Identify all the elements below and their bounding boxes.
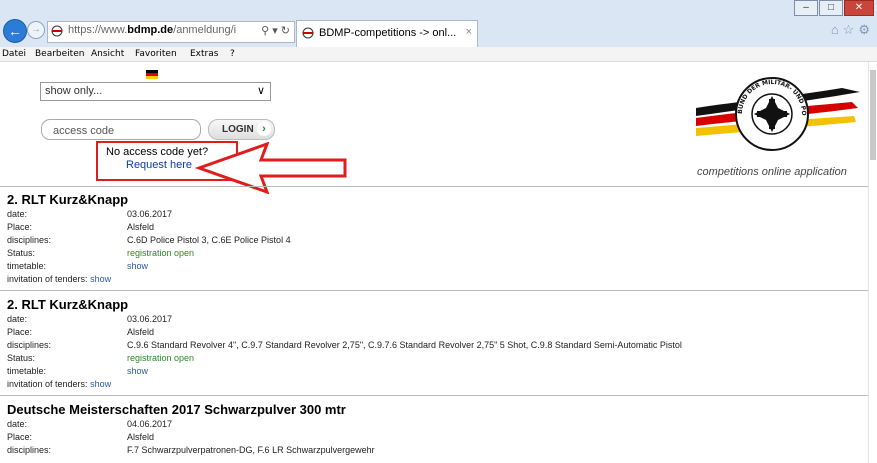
tab-title: BDMP-competitions -> onl... (319, 27, 457, 39)
disciplines-value: C.9.6 Standard Revolver 4", C.9.7 Standa… (127, 340, 682, 350)
login-label: LOGIN (222, 124, 254, 135)
maximize-button[interactable]: □ (819, 0, 843, 16)
menu-bar: Datei Bearbeiten Ansicht Favoriten Extra… (0, 47, 877, 62)
date-label: date: (7, 419, 28, 429)
place-label: Place: (7, 222, 33, 232)
german-flag-icon[interactable] (146, 70, 158, 79)
tagline: competitions online application (697, 166, 847, 178)
chevron-down-icon: ∨ (256, 85, 265, 97)
close-window-button[interactable]: ✕ (844, 0, 874, 16)
scrollbar-thumb[interactable] (870, 70, 876, 160)
filter-select[interactable]: show only... ∨ (40, 82, 271, 101)
status-value: registration open (127, 353, 195, 363)
url-text: https://www.bdmp.de/anmeldung/i (68, 24, 237, 36)
forward-button[interactable]: → (27, 21, 45, 39)
minimize-button[interactable]: – (794, 0, 818, 16)
timetable-link[interactable]: show (127, 261, 148, 271)
invitation-link[interactable]: show (90, 379, 111, 389)
place-value: Alsfeld (127, 432, 155, 442)
browser-titlebar: – □ ✕ ← → https://www.bdmp.de/anmeldung/… (0, 0, 877, 47)
date-label: date: (7, 314, 28, 324)
timetable-label: timetable: (7, 366, 47, 376)
date-value: 03.06.2017 (127, 314, 173, 324)
window-controls: – □ ✕ (793, 0, 874, 16)
place-value: Alsfeld (127, 327, 155, 337)
disciplines-value: C.6D Police Pistol 3, C.6E Police Pistol… (127, 235, 291, 245)
divider (0, 395, 869, 396)
status-label: Status: (7, 353, 36, 363)
place-value: Alsfeld (127, 222, 155, 232)
menu-favoriten[interactable]: Favoriten (135, 49, 177, 59)
competition-item: 2. RLT Kurz&Knapp date: 03.06.2017 Place:… (0, 188, 869, 292)
timetable-link[interactable]: show (127, 366, 148, 376)
access-code-input[interactable] (51, 121, 195, 140)
place-label: Place: (7, 327, 33, 337)
menu-extras[interactable]: Extras (190, 49, 218, 59)
status-value: registration open (127, 248, 195, 258)
menu-bearbeiten[interactable]: Bearbeiten (35, 49, 84, 59)
competition-item: 2. RLT Kurz&Knapp date: 03.06.2017 Place:… (0, 293, 869, 397)
invitation-label: invitation of tenders: (7, 379, 88, 389)
toolbar-icons[interactable]: ⌂☆⚙ (831, 22, 874, 38)
invitation-link[interactable]: show (90, 274, 111, 284)
divider (0, 186, 869, 187)
timetable-label: timetable: (7, 261, 47, 271)
menu-ansicht[interactable]: Ansicht (91, 49, 124, 59)
date-value: 04.06.2017 (127, 419, 173, 429)
site-favicon (51, 25, 63, 37)
competition-title: Deutsche Meisterschaften 2017 Schwarzpul… (7, 402, 346, 417)
page-content: show only... ∨ LOGIN › No access code ye… (0, 62, 869, 463)
date-label: date: (7, 209, 28, 219)
request-here-link[interactable]: Request here (126, 159, 192, 171)
menu-help[interactable]: ? (230, 49, 235, 59)
competition-title: 2. RLT Kurz&Knapp (7, 192, 129, 207)
disciplines-label: disciplines: (7, 235, 52, 245)
bdmp-logo: BUND DER MILITÄR- UND POLIZEISCHÜTZEN e.… (692, 68, 860, 151)
disciplines-label: disciplines: (7, 445, 52, 455)
no-access-text: No access code yet? (106, 146, 209, 158)
competition-title: 2. RLT Kurz&Knapp (7, 297, 129, 312)
login-button[interactable]: LOGIN › (208, 119, 275, 140)
menu-datei[interactable]: Datei (2, 49, 26, 59)
date-value: 03.06.2017 (127, 209, 173, 219)
status-label: Status: (7, 248, 36, 258)
competition-item: Deutsche Meisterschaften 2017 Schwarzpul… (0, 398, 869, 463)
tab-close-icon[interactable]: × (466, 26, 472, 38)
back-button[interactable]: ← (3, 19, 27, 43)
place-label: Place: (7, 432, 33, 442)
filter-select-value: show only... (45, 85, 103, 97)
disciplines-label: disciplines: (7, 340, 52, 350)
invitation-label: invitation of tenders: (7, 274, 88, 284)
divider (0, 290, 869, 291)
tab-favicon (302, 27, 314, 39)
vertical-scrollbar[interactable] (868, 62, 877, 463)
arrow-right-icon: › (257, 122, 271, 136)
disciplines-value: F.7 Schwarzpulverpatronen-DG, F.6 LR Sch… (127, 445, 375, 455)
url-controls[interactable]: ⚲ ▾ ↻ (261, 24, 290, 37)
browser-tab[interactable]: BDMP-competitions -> onl... × (296, 20, 478, 47)
address-bar[interactable]: https://www.bdmp.de/anmeldung/i ⚲ ▾ ↻ (47, 21, 295, 43)
access-code-field[interactable] (41, 119, 201, 140)
